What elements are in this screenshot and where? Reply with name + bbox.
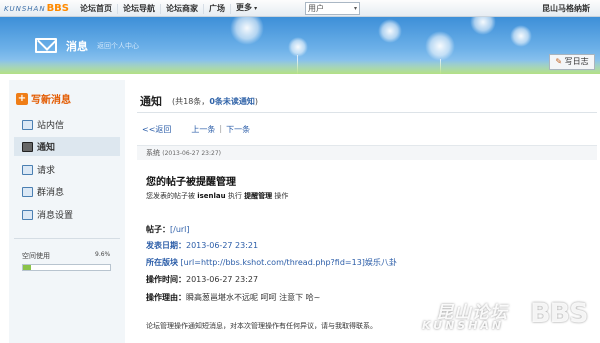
dandelion-decoration bbox=[288, 37, 308, 57]
mail-icon bbox=[22, 119, 33, 130]
dandelion-decoration bbox=[510, 25, 532, 47]
desc-action: 提醒管理 bbox=[244, 192, 273, 200]
message-pager: <<返回 上一条 | 下一条 bbox=[142, 124, 262, 135]
space-usage-bar bbox=[22, 264, 111, 271]
field-forum-section: 所在版块 [url=http://bbs.kshot.com/thread.ph… bbox=[146, 257, 397, 268]
space-usage-percent: 9.6% bbox=[95, 251, 111, 258]
page-title: 消息 bbox=[66, 40, 88, 53]
sidebar-item-notifications[interactable]: 通知 bbox=[14, 137, 120, 156]
plus-icon: + bbox=[16, 92, 28, 105]
group-icon bbox=[22, 186, 33, 197]
nav-forum-guide[interactable]: 论坛导航 bbox=[118, 3, 161, 14]
desc-suffix: 操作 bbox=[274, 192, 289, 200]
nav-square[interactable]: 广场 bbox=[204, 3, 231, 14]
nav-forum-merchants[interactable]: 论坛商家 bbox=[161, 3, 204, 14]
search-type-select[interactable]: 用户 bbox=[305, 2, 360, 15]
title-divider bbox=[137, 112, 597, 113]
envelope-icon bbox=[35, 38, 57, 53]
field-value[interactable]: [/url] bbox=[170, 225, 190, 234]
back-to-profile-link[interactable]: 返回个人中心 bbox=[97, 41, 139, 51]
desc-mid: 执行 bbox=[227, 192, 242, 200]
message-subject: 您的帖子被提醒管理 bbox=[146, 177, 236, 188]
sidebar-item-label: 站内信 bbox=[37, 121, 65, 131]
site-watermark: 昆山论坛 BBS KUNSHAN bbox=[406, 298, 594, 340]
section-title: 通知 bbox=[140, 95, 162, 108]
compose-message-button[interactable]: + 写新消息 bbox=[16, 91, 71, 106]
message-sender: 系统 bbox=[146, 149, 160, 157]
sidebar-item-group-messages[interactable]: 群消息 bbox=[14, 182, 120, 201]
field-key: 帖子： bbox=[146, 225, 170, 234]
message-description: 您发表的帖子被 isenlau 执行 提醒管理 操作 bbox=[146, 191, 288, 201]
field-key: 操作时间： bbox=[146, 275, 186, 284]
back-link[interactable]: <<返回 bbox=[142, 124, 171, 135]
compose-label: 写新消息 bbox=[31, 95, 71, 106]
pager-separator: | bbox=[219, 124, 223, 133]
sidebar-item-label: 消息设置 bbox=[37, 211, 74, 221]
request-icon bbox=[22, 164, 33, 175]
next-message-link[interactable]: 下一条 bbox=[226, 124, 250, 135]
field-operation-reason: 操作理由：瞬高葱邕堪水不远呢 呵呵 注意下 哈~ bbox=[146, 292, 320, 303]
dandelion-decoration bbox=[425, 31, 455, 61]
field-post-date: 发表日期：2013-06-27 23:21 bbox=[146, 240, 258, 251]
field-post: 帖子：[/url] bbox=[146, 224, 190, 235]
watermark-bbs: BBS bbox=[530, 298, 589, 329]
nav-more-dropdown[interactable]: 更多 bbox=[231, 3, 262, 14]
sidebar-item-message-settings[interactable]: 消息设置 bbox=[14, 205, 120, 224]
sidebar-item-label: 通知 bbox=[37, 143, 56, 153]
space-usage-label: 空间使用 bbox=[22, 252, 50, 260]
settings-icon bbox=[22, 209, 33, 220]
desc-user: isenlau bbox=[197, 192, 226, 200]
write-blog-button[interactable]: ✎ 写日志 bbox=[549, 54, 595, 70]
count-suffix: ) bbox=[254, 97, 259, 106]
field-key: 操作理由： bbox=[146, 293, 186, 302]
count-prefix: (共18条， bbox=[172, 97, 210, 106]
notification-count: (共18条，0条未读通知) bbox=[172, 96, 258, 107]
sidebar-item-label: 请求 bbox=[37, 166, 56, 176]
message-footer-note: 论坛管理操作通知短消息，对本次管理操作有任何异议，请与我取得联系。 bbox=[146, 322, 377, 330]
logo-accent: BBS bbox=[46, 3, 70, 14]
message-header: 系统 (2013-06-27 23:27) bbox=[137, 145, 597, 160]
prev-message-link[interactable]: 上一条 bbox=[191, 124, 215, 135]
sidebar-item-label: 群消息 bbox=[37, 188, 65, 198]
main-nav: 论坛首页 论坛导航 论坛商家 广场 更多 bbox=[75, 0, 262, 17]
site-logo[interactable]: KUNSHAN BBS bbox=[4, 2, 69, 15]
sidebar-item-inbox[interactable]: 站内信 bbox=[14, 115, 120, 134]
nav-forum-home[interactable]: 论坛首页 bbox=[75, 3, 118, 14]
logo-text: KUNSHAN bbox=[4, 4, 46, 13]
write-blog-label: 写日志 bbox=[564, 57, 589, 66]
sidebar-item-requests[interactable]: 请求 bbox=[14, 160, 120, 179]
top-nav-bar: KUNSHAN BBS 论坛首页 论坛导航 论坛商家 广场 更多 用户 昆山马格… bbox=[0, 0, 600, 17]
field-operation-time: 操作时间：2013-06-27 23:27 bbox=[146, 274, 258, 285]
sidebar-divider bbox=[14, 238, 120, 239]
field-value: 瞬高葱邕堪水不远呢 呵呵 注意下 哈~ bbox=[186, 293, 321, 302]
field-key: 所在版块 bbox=[146, 258, 178, 267]
field-value: 2013-06-27 23:27 bbox=[186, 275, 259, 284]
message-time: (2013-06-27 23:27) bbox=[162, 150, 221, 157]
dandelion-decoration bbox=[470, 17, 496, 35]
username-link[interactable]: 昆山马格纳斯 bbox=[542, 3, 590, 14]
watermark-en: KUNSHAN bbox=[422, 319, 505, 332]
notification-icon bbox=[22, 141, 33, 152]
field-key: 发表日期： bbox=[146, 241, 186, 250]
grass-decoration bbox=[0, 60, 600, 74]
header-banner: 消息 返回个人中心 bbox=[0, 17, 600, 74]
dandelion-decoration bbox=[378, 19, 402, 43]
unread-notifications-link[interactable]: 0条未读通知 bbox=[209, 97, 255, 106]
desc-prefix: 您发表的帖子被 bbox=[146, 192, 195, 200]
dandelion-decoration bbox=[230, 17, 264, 45]
pen-icon: ✎ bbox=[555, 57, 563, 66]
field-value[interactable]: [url=http://bbs.kshot.com/thread.php?fid… bbox=[181, 258, 397, 267]
space-usage-fill bbox=[23, 265, 32, 270]
field-value: 2013-06-27 23:21 bbox=[186, 241, 259, 250]
